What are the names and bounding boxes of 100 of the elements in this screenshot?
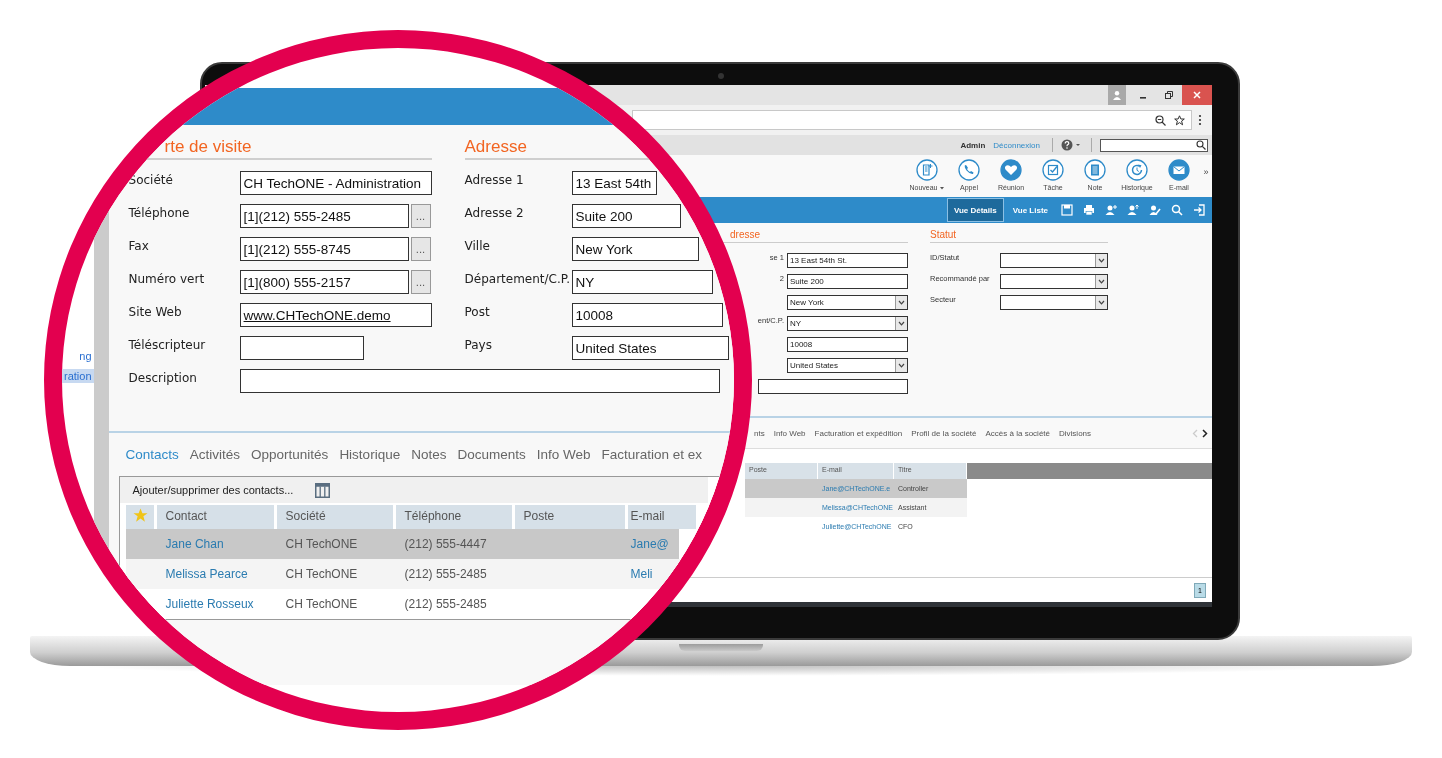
add-remove-contacts-link[interactable]: Ajouter/supprimer des contacts... bbox=[132, 484, 294, 496]
dropdown-field[interactable]: NY bbox=[787, 316, 908, 331]
chevron-down-icon bbox=[1098, 258, 1105, 263]
chevron-down-icon bbox=[898, 300, 905, 305]
star-icon bbox=[132, 508, 148, 523]
table-cell-text: (212) 555-2485 bbox=[403, 567, 488, 581]
column-header[interactable]: Poste bbox=[514, 505, 625, 529]
text-field[interactable]: Suite 200 bbox=[787, 274, 908, 289]
phone-field[interactable]: [1](800) 555-2157 bbox=[239, 270, 409, 294]
webcam-dot bbox=[718, 73, 724, 79]
history-icon bbox=[1126, 159, 1148, 181]
help-icon[interactable] bbox=[1061, 139, 1083, 151]
restore-icon[interactable] bbox=[1164, 90, 1174, 100]
star-icon[interactable] bbox=[1174, 114, 1185, 126]
kebab-menu-icon[interactable] bbox=[1198, 114, 1202, 126]
text-field[interactable]: New York bbox=[571, 237, 700, 261]
text-field[interactable]: 10008 bbox=[787, 337, 908, 352]
table-cell-text: (212) 555-4447 bbox=[403, 537, 488, 551]
description-field[interactable] bbox=[239, 369, 720, 393]
user-edit-icon[interactable] bbox=[1149, 204, 1161, 216]
field-label: Site Web bbox=[128, 304, 183, 321]
field-label: Téléphone bbox=[128, 205, 191, 222]
user-up-icon[interactable] bbox=[1127, 204, 1139, 216]
text-field[interactable]: Suite 200 bbox=[571, 204, 681, 228]
text-field[interactable]: CH TechONE - Administration bbox=[239, 171, 432, 195]
more-tools-button[interactable]: » bbox=[1200, 155, 1212, 197]
phone-field[interactable]: [1](212) 555-8745 bbox=[239, 237, 409, 261]
table-cell-text: CH TechONE bbox=[284, 597, 359, 611]
user-add-icon[interactable] bbox=[1105, 204, 1117, 216]
website-link[interactable]: www.CHTechONE.demo bbox=[243, 307, 391, 323]
envelope-icon bbox=[1168, 159, 1190, 181]
section-heading: rte de visite bbox=[164, 137, 252, 156]
more-button[interactable]: ... bbox=[410, 204, 431, 228]
phone-field[interactable]: [1](212) 555-2485 bbox=[239, 204, 409, 228]
more-button[interactable]: ... bbox=[410, 270, 431, 294]
contact-link[interactable]: Melissa Pearce bbox=[156, 567, 277, 581]
tab[interactable]: Activités bbox=[189, 447, 241, 462]
tab[interactable]: Profil de la société bbox=[911, 428, 977, 438]
field-label: Description bbox=[128, 370, 198, 387]
dropdown-field[interactable]: New York bbox=[787, 295, 908, 310]
tab[interactable]: Facturation et ex bbox=[601, 447, 703, 462]
field-label: Département/C.P. bbox=[464, 271, 571, 288]
tab[interactable]: Info Web bbox=[536, 447, 591, 462]
field-label: Ville bbox=[464, 238, 491, 255]
text-field[interactable] bbox=[758, 379, 908, 394]
text-field[interactable]: 13 East 54th St. bbox=[787, 253, 908, 268]
tab[interactable]: Opportunités bbox=[251, 447, 329, 462]
chevron-right-icon[interactable] bbox=[1202, 428, 1208, 438]
exit-icon[interactable] bbox=[1193, 204, 1205, 216]
tab[interactable]: Info Web bbox=[773, 428, 806, 438]
section-heading: Adresse bbox=[464, 137, 527, 156]
field-label: Société bbox=[128, 172, 174, 189]
contact-link[interactable]: Juliette Rosseux bbox=[156, 597, 277, 611]
tab[interactable]: Documents bbox=[457, 447, 526, 462]
print-icon[interactable] bbox=[1083, 204, 1095, 216]
sidebar-item[interactable]: ration bbox=[62, 369, 94, 383]
dropdown-field[interactable] bbox=[1000, 274, 1108, 289]
url-field[interactable]: www.CHTechONE.demo bbox=[239, 303, 432, 327]
text-field[interactable]: 13 East 54th bbox=[571, 171, 658, 195]
task-check-icon bbox=[1042, 159, 1064, 181]
field-label: Adresse 1 bbox=[464, 172, 525, 189]
sidebar-item[interactable]: ng bbox=[77, 349, 94, 363]
tab[interactable]: Facturation et expédition bbox=[814, 428, 903, 438]
column-header[interactable]: Téléphone bbox=[395, 505, 512, 529]
column-header[interactable]: Société bbox=[276, 505, 393, 529]
search-icon[interactable] bbox=[1171, 204, 1183, 216]
dropdown-field[interactable] bbox=[1000, 295, 1108, 310]
save-icon[interactable] bbox=[1061, 204, 1073, 216]
view-tab[interactable]: Vue Liste bbox=[1005, 198, 1055, 222]
tab[interactable]: Historique bbox=[339, 447, 401, 462]
section-heading: Statut bbox=[930, 229, 957, 240]
search-icon bbox=[1196, 140, 1206, 150]
chevron-down-icon bbox=[1098, 300, 1105, 305]
more-button[interactable]: ... bbox=[410, 237, 431, 261]
text-field[interactable] bbox=[239, 336, 364, 360]
field-label: Téléscripteur bbox=[128, 337, 207, 354]
view-tab[interactable]: Vue Détails bbox=[946, 198, 1004, 222]
close-icon[interactable] bbox=[1192, 90, 1202, 100]
column-header[interactable]: E-mail bbox=[627, 505, 697, 529]
tab[interactable]: nts bbox=[754, 428, 765, 438]
tab[interactable]: Contacts bbox=[125, 447, 179, 462]
table-cell-text: (212) 555-2485 bbox=[403, 597, 488, 611]
table-row[interactable]: Jane Chan CH TechONE (212) 555-4447 Jane@ bbox=[125, 529, 679, 559]
search-field[interactable] bbox=[1100, 138, 1208, 152]
tab[interactable]: Notes bbox=[411, 447, 447, 462]
section-heading: dresse bbox=[730, 229, 760, 240]
text-field[interactable]: NY bbox=[571, 270, 713, 294]
text-field[interactable]: United States bbox=[571, 336, 730, 360]
user-name: Admin bbox=[960, 140, 986, 150]
zoom-out-icon[interactable] bbox=[1155, 114, 1166, 126]
tab[interactable]: Divisions bbox=[1059, 428, 1092, 438]
column-header[interactable]: Contact bbox=[156, 505, 274, 529]
table-cell-text: CH TechONE bbox=[284, 537, 359, 551]
columns-icon[interactable] bbox=[315, 482, 331, 498]
tab[interactable]: Accès à la société bbox=[985, 428, 1050, 438]
email-cell[interactable]: Meli bbox=[627, 567, 664, 581]
text-field[interactable]: 10008 bbox=[571, 303, 723, 327]
note-icon bbox=[1084, 159, 1106, 181]
dropdown-field[interactable]: United States bbox=[787, 358, 908, 373]
dropdown-field[interactable] bbox=[1000, 253, 1108, 268]
